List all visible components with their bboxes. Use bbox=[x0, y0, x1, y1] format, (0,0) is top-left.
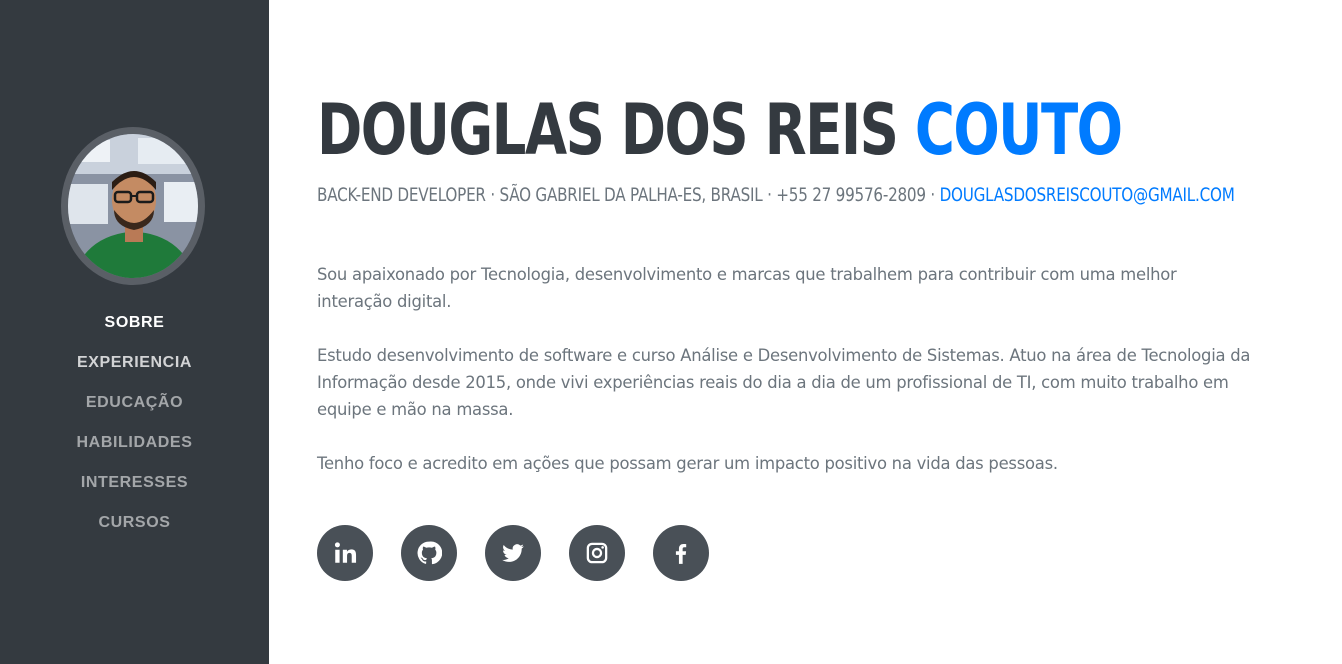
nav-item-sobre[interactable]: SOBRE bbox=[0, 303, 269, 343]
instagram-icon bbox=[586, 542, 608, 564]
facebook-button[interactable] bbox=[653, 525, 709, 581]
email-link[interactable]: DOUGLASDOSREISCOUTO@GMAIL.COM bbox=[940, 184, 1235, 206]
linkedin-icon bbox=[334, 542, 357, 563]
contact-info: BACK-END DEVELOPER · SÃO GABRIEL DA PALH… bbox=[317, 184, 940, 206]
page-title: DOUGLAS DOS REIS COUTO bbox=[317, 82, 1123, 178]
github-icon bbox=[417, 541, 442, 565]
contact-subheading: BACK-END DEVELOPER · SÃO GABRIEL DA PALH… bbox=[317, 181, 1235, 209]
about-paragraph: Tenho foco e acredito em ações que possa… bbox=[317, 454, 1058, 473]
github-button[interactable] bbox=[401, 525, 457, 581]
facebook-icon bbox=[675, 544, 687, 564]
last-name: COUTO bbox=[914, 89, 1123, 171]
first-name: DOUGLAS DOS REIS bbox=[317, 89, 899, 171]
sidebar-nav: SOBRE EXPERIENCIA EDUCAÇÃO HABILIDADES I… bbox=[0, 303, 269, 543]
nav-item-cursos[interactable]: CURSOS bbox=[0, 503, 269, 543]
nav-item-habilidades[interactable]: HABILIDADES bbox=[0, 423, 269, 463]
twitter-button[interactable] bbox=[485, 525, 541, 581]
social-icons bbox=[317, 525, 709, 581]
nav-item-interesses[interactable]: INTERESSES bbox=[0, 463, 269, 503]
sidebar: SOBRE EXPERIENCIA EDUCAÇÃO HABILIDADES I… bbox=[0, 0, 269, 664]
about-paragraph: Sou apaixonado por Tecnologia, desenvolv… bbox=[317, 265, 1177, 311]
nav-item-educacao[interactable]: EDUCAÇÃO bbox=[0, 383, 269, 423]
profile-photo bbox=[68, 134, 198, 278]
twitter-icon bbox=[502, 544, 524, 562]
linkedin-button[interactable] bbox=[317, 525, 373, 581]
nav-item-experiencia[interactable]: EXPERIENCIA bbox=[0, 343, 269, 383]
profile-avatar bbox=[61, 127, 205, 285]
instagram-button[interactable] bbox=[569, 525, 625, 581]
about-paragraph: Estudo desenvolvimento de software e cur… bbox=[317, 346, 1251, 419]
